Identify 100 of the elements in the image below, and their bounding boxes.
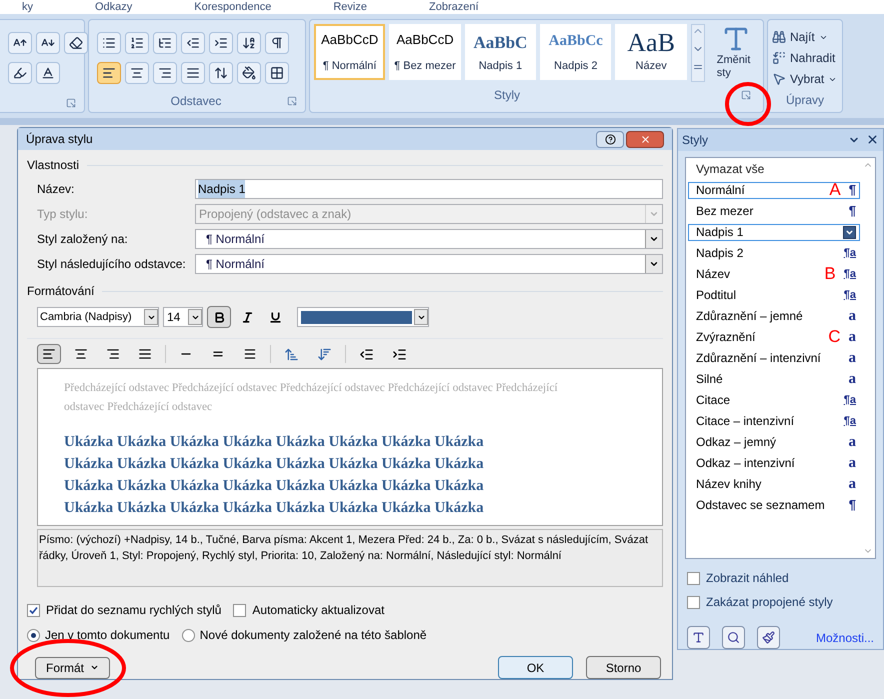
editing-button[interactable]: Vybrat — [772, 70, 838, 88]
style-type-symbol: a — [848, 306, 856, 326]
cancel-button[interactable]: Storno — [586, 656, 661, 679]
dropdown-field[interactable]: ¶ Normální — [195, 229, 663, 249]
style-list-item[interactable]: Nadpis 2 ¶a — [688, 244, 860, 262]
font-color-icon[interactable] — [36, 62, 60, 84]
style-list-item[interactable]: Citace ¶a — [688, 392, 860, 409]
style-inspector-button[interactable] — [722, 626, 745, 649]
editing-button[interactable]: Nahradit — [772, 49, 838, 67]
size-dropdown[interactable]: 14 — [163, 307, 203, 327]
style-list-item[interactable]: Normální A ¶ — [688, 182, 860, 199]
style-name: Zdůraznění – jemné — [696, 308, 804, 326]
bold-button[interactable] — [207, 306, 231, 328]
bullets-icon[interactable] — [97, 32, 121, 54]
style-type-symbol: ¶a — [844, 266, 856, 282]
align-icon[interactable] — [125, 62, 149, 84]
new-style-button[interactable] — [687, 626, 710, 649]
style-name: Zvýraznění — [696, 329, 756, 346]
close-icon[interactable] — [866, 133, 879, 146]
clear-formatting-icon[interactable] — [64, 32, 88, 54]
shading-icon[interactable] — [237, 62, 261, 84]
name-field[interactable]: Nadpis 1 — [195, 179, 663, 199]
align-icon — [106, 347, 120, 361]
previous-paragraph-text: Předcházející odstavec Předcházející odstavec Předcházející odstavec Předcházející odstavec Předcházející odstavec Předcházející odstavec — [64, 381, 559, 415]
style-list-item[interactable]: Vymazat vše — [688, 160, 860, 178]
highlighter-icon[interactable] — [8, 62, 32, 84]
pilcrow-icon[interactable] — [265, 32, 289, 54]
style-list-item[interactable]: Silné a — [688, 370, 860, 388]
style-list-item[interactable]: Zvýraznění C a — [688, 328, 860, 346]
style-preview: AaB — [627, 30, 675, 56]
checkbox-label: Zobrazit náhled — [706, 570, 789, 587]
dialog-launcher-icon[interactable] — [66, 98, 76, 108]
align-icon[interactable] — [181, 62, 205, 84]
dropdown-field[interactable]: ¶ Normální — [195, 254, 663, 274]
ribbon-tab[interactable]: Korespondence — [194, 0, 272, 14]
radio-button[interactable] — [182, 628, 195, 642]
sort-icon[interactable] — [237, 32, 261, 54]
grow-font-icon[interactable] — [8, 32, 32, 54]
ribbon-tab[interactable]: Odkazy — [95, 0, 132, 14]
style-list-item[interactable]: Odstavec se seznamem ¶ — [688, 496, 860, 514]
style-list-item[interactable]: Název B ¶a — [688, 266, 860, 283]
style-list-item[interactable]: Odkaz – jemný a — [688, 434, 860, 451]
ribbon-tab[interactable]: Zobrazení — [428, 0, 479, 14]
shrink-font-icon[interactable] — [36, 32, 60, 54]
checkbox[interactable] — [687, 596, 700, 608]
style-list-item[interactable]: Bez mezer ¶ — [688, 202, 860, 220]
close-button[interactable] — [626, 130, 664, 148]
radio-button[interactable] — [27, 628, 40, 642]
align-icon[interactable] — [97, 62, 121, 84]
style-preview: AaBbCcD — [396, 31, 454, 49]
font-dropdown[interactable]: Cambria (Nadpisy) — [37, 307, 159, 327]
align-button[interactable] — [37, 344, 61, 364]
style-list-item[interactable]: Odkaz – intenzivní a — [688, 454, 860, 472]
pane-title: Styly — [682, 132, 710, 149]
style-list-item[interactable]: Nadpis 1 — [688, 224, 860, 241]
change-styles-button[interactable]: Změnit sty — [712, 24, 759, 80]
ribbon-tab[interactable]: Revize — [333, 0, 367, 14]
style-list-item[interactable]: Zdůraznění – jemné a — [688, 308, 860, 325]
dialog-launcher-icon[interactable] — [286, 96, 297, 106]
multilevel-list-icon[interactable] — [153, 32, 177, 54]
style-gallery-item[interactable]: AaBbCcD ¶ Bez mezer — [389, 24, 461, 80]
numbering-icon[interactable] — [125, 32, 149, 54]
ribbon-tab[interactable]: ky — [22, 0, 33, 14]
increase-indent-icon[interactable] — [209, 32, 233, 54]
annotation-letter: B — [824, 263, 836, 286]
style-list-item[interactable]: Citace – intenzivní ¶a — [688, 412, 860, 430]
line-spacing-icon[interactable] — [209, 62, 233, 84]
style-list-item[interactable]: Název knihy a — [688, 476, 860, 493]
field-label: Název: — [37, 181, 76, 198]
ok-button[interactable]: OK — [498, 656, 573, 679]
align-icon[interactable] — [153, 62, 177, 84]
decrease-indent-icon[interactable] — [359, 346, 374, 362]
decrease-spacing-icon[interactable] — [317, 346, 332, 362]
search-icon — [727, 631, 740, 644]
dialog-launcher-icon[interactable] — [741, 90, 751, 100]
style-gallery-item[interactable]: AaBbCcD ¶ Normální — [314, 24, 386, 80]
borders-icon[interactable] — [265, 62, 289, 84]
checkbox[interactable] — [27, 604, 40, 616]
checkbox[interactable] — [687, 572, 700, 584]
options-link[interactable]: Možnosti... — [816, 628, 874, 646]
group-label: Odstavec — [170, 93, 222, 110]
increase-spacing-icon[interactable] — [284, 346, 299, 362]
double-spacing-icon[interactable] — [243, 347, 257, 361]
style-list-item[interactable]: Zdůraznění – intenzivní a — [688, 350, 860, 367]
help-button[interactable] — [596, 130, 624, 148]
group-label: Styly — [494, 87, 520, 104]
group-label: Úpravy — [786, 92, 824, 109]
style-gallery-item[interactable]: AaB Název — [615, 24, 687, 80]
style-list-item[interactable]: Podtitul ¶a — [688, 286, 860, 304]
checkbox-label: Zakázat propojené styly — [706, 594, 833, 611]
checkbox[interactable] — [233, 604, 246, 616]
style-gallery-item[interactable]: AaBbC Nadpis 1 — [464, 24, 536, 80]
editing-button[interactable]: Najít — [772, 28, 838, 46]
style-gallery-item[interactable]: AaBbCc Nadpis 2 — [540, 24, 612, 80]
increase-indent-icon[interactable] — [392, 346, 407, 362]
decrease-indent-icon[interactable] — [181, 32, 205, 54]
manage-styles-button[interactable] — [757, 626, 780, 649]
format-button[interactable]: Formát — [35, 656, 110, 678]
color-dropdown[interactable] — [297, 307, 429, 327]
editing-icon — [772, 72, 786, 86]
